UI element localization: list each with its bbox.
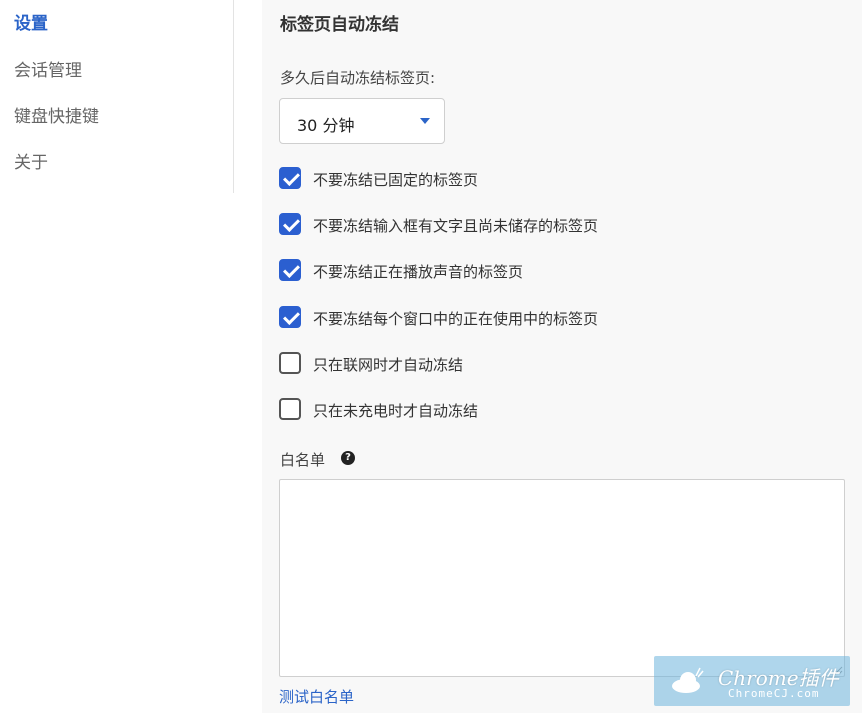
option-label: 只在未充电时才自动冻结	[313, 402, 479, 420]
watermark-subtitle: ChromeCJ.com	[728, 687, 820, 700]
option-label: 不要冻结输入框有文字且尚未储存的标签页	[313, 217, 599, 235]
delay-select-value: 30 分钟	[297, 116, 355, 135]
checkbox-checked-icon[interactable]	[279, 306, 301, 328]
option-unsaved-input-tabs[interactable]: 不要冻结输入框有文字且尚未储存的标签页	[279, 213, 619, 237]
test-whitelist-link[interactable]: 测试白名单	[279, 686, 354, 707]
checkbox-unchecked-icon[interactable]	[279, 352, 301, 374]
caret-down-icon	[420, 118, 430, 124]
whitelist-label: 白名单	[280, 451, 326, 469]
watermark: Chrome插件 ChromeCJ.com	[654, 656, 850, 706]
option-label: 不要冻结已固定的标签页	[313, 171, 479, 189]
delay-select[interactable]: 30 分钟	[279, 98, 445, 144]
checkbox-unchecked-icon[interactable]	[279, 398, 301, 420]
option-label: 不要冻结正在播放声音的标签页	[313, 263, 524, 281]
option-active-tabs[interactable]: 不要冻结每个窗口中的正在使用中的标签页	[279, 306, 619, 330]
option-online-only[interactable]: 只在联网时才自动冻结	[279, 352, 479, 376]
settings-main: 标签页自动冻结 多久后自动冻结标签页: 30 分钟 不要冻结已固定的标签页 不要…	[0, 0, 862, 713]
delay-label: 多久后自动冻结标签页:	[280, 69, 436, 87]
option-label: 不要冻结每个窗口中的正在使用中的标签页	[313, 310, 599, 328]
option-not-charging-only[interactable]: 只在未充电时才自动冻结	[279, 398, 499, 422]
checkbox-checked-icon[interactable]	[279, 167, 301, 189]
snail-logo-icon	[672, 667, 704, 693]
option-pinned-tabs[interactable]: 不要冻结已固定的标签页	[279, 167, 499, 191]
checkbox-checked-icon[interactable]	[279, 259, 301, 281]
option-label: 只在联网时才自动冻结	[313, 356, 464, 374]
checkbox-checked-icon[interactable]	[279, 213, 301, 235]
help-icon[interactable]: ?	[341, 451, 355, 465]
page-title: 标签页自动冻结	[280, 15, 399, 35]
whitelist-textarea[interactable]	[279, 479, 845, 677]
option-audio-tabs[interactable]: 不要冻结正在播放声音的标签页	[279, 259, 539, 283]
